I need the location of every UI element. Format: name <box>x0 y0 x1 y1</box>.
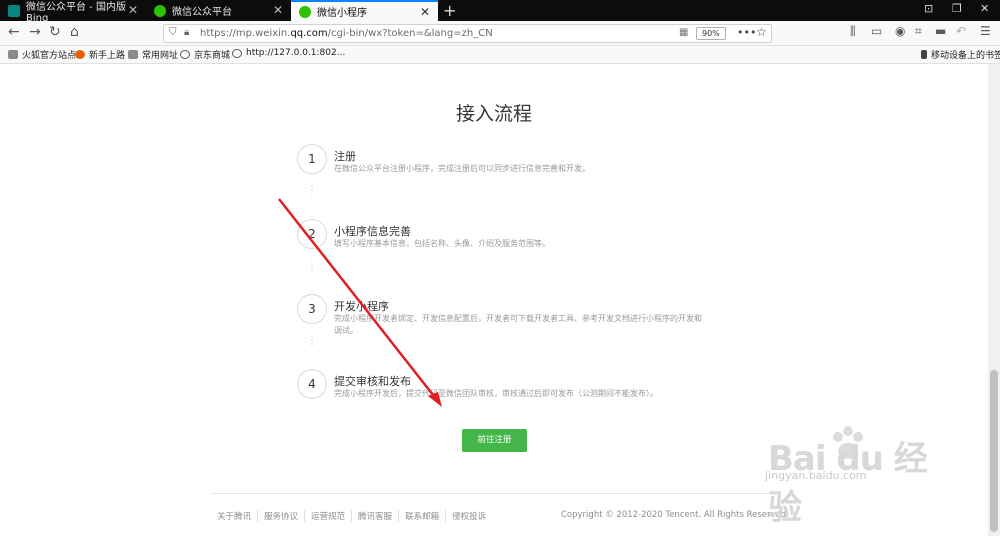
arrow-head <box>428 392 442 407</box>
baidu-watermark: Bai du 经验 jingyan.baidu.com <box>740 425 950 528</box>
arrow-line <box>278 198 438 401</box>
watermark-url: jingyan.baidu.com <box>765 469 867 482</box>
